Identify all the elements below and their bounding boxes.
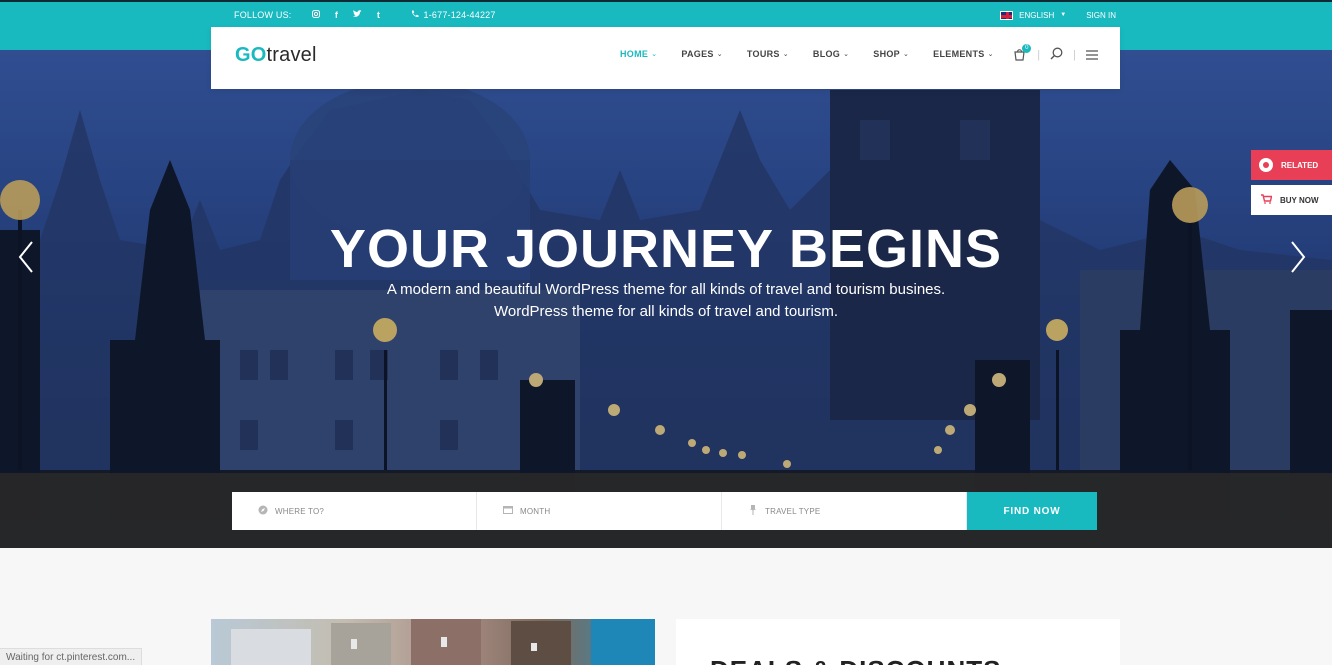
nav-item-home[interactable]: HOME ⌄ [620, 49, 657, 59]
find-now-button[interactable]: FIND NOW [967, 492, 1097, 530]
language-selector[interactable]: ENGLISH [1019, 11, 1054, 20]
header-icons: 0 | | [1013, 44, 1098, 63]
main-nav: HOME ⌄ PAGES ⌄ TOURS ⌄ BLOG ⌄ SHOP ⌄ ELEMENTS… [620, 49, 994, 59]
deals-photo [211, 619, 655, 665]
chevron-down-icon: ⌄ [651, 51, 658, 58]
twitter-icon[interactable] [353, 10, 363, 20]
phone-number: 1-677-124-44227 [423, 10, 496, 20]
nav-item-pages[interactable]: PAGES ⌄ [681, 49, 723, 59]
follow-us-label: FOLLOW US: [234, 10, 292, 20]
hamburger-menu-icon[interactable] [1086, 48, 1098, 63]
phone-icon [411, 10, 419, 20]
month-field[interactable]: MONTH [477, 492, 722, 530]
nav-item-label: PAGES [681, 49, 714, 59]
where-to-field[interactable]: WHERE TO? [232, 492, 477, 530]
deals-card: DEALS & DISCOUNTS [676, 619, 1120, 665]
pin-icon [748, 504, 758, 518]
logo-travel: travel [266, 44, 317, 66]
travel-type-field[interactable]: TRAVEL TYPE [722, 492, 967, 530]
search-icon[interactable] [1050, 47, 1063, 63]
uk-flag-icon [1000, 10, 1014, 20]
content-section [0, 548, 1332, 665]
nav-item-label: HOME [620, 49, 649, 59]
deals-title: DEALS & DISCOUNTS [710, 655, 1001, 665]
chevron-down-icon: ⌄ [987, 51, 994, 58]
nav-item-tours[interactable]: TOURS ⌄ [747, 49, 789, 59]
nav-item-elements[interactable]: ELEMENTS ⌄ [933, 49, 994, 59]
related-button[interactable]: RELATED [1251, 150, 1332, 180]
site-logo[interactable]: GOtravel [235, 44, 317, 67]
slider-prev-arrow-icon[interactable] [18, 240, 34, 283]
compass-icon [258, 505, 268, 518]
search-form: WHERE TO? MONTH TRAVEL TYPE FIND NOW [232, 492, 1097, 530]
cart-icon [1261, 193, 1273, 207]
tumblr-icon[interactable]: t [374, 10, 384, 20]
hero-title: YOUR JOURNEY BEGINS [329, 219, 1003, 279]
top-bar-right: ENGLISH ▼ SIGN IN [1000, 8, 1116, 22]
chevron-down-icon: ⌄ [843, 51, 850, 58]
facebook-icon[interactable]: f [332, 10, 342, 20]
nav-item-label: SHOP [873, 49, 900, 59]
main-header: GOtravel HOME ⌄ PAGES ⌄ TOURS ⌄ BLOG ⌄ SHOP ⌄… [211, 27, 1120, 89]
chevron-down-icon: ⌄ [782, 51, 789, 58]
cart-count-badge: 0 [1022, 44, 1032, 53]
nav-item-label: ELEMENTS [933, 49, 985, 59]
divider: | [1037, 49, 1041, 61]
chevron-down-icon: ⌄ [903, 51, 910, 58]
month-placeholder: MONTH [520, 506, 551, 516]
top-bar-left: FOLLOW US: f t 1-677-124-44227 [234, 8, 496, 22]
page: YOUR JOURNEY BEGINS A modern and beautif… [0, 0, 1332, 665]
divider: | [1073, 49, 1076, 61]
calendar-icon [503, 505, 513, 517]
nav-item-blog[interactable]: BLOG ⌄ [813, 49, 849, 59]
instagram-icon[interactable] [311, 10, 321, 20]
hero-subtitle-line-1: A modern and beautiful WordPress theme f… [386, 281, 946, 298]
sign-in-link[interactable]: SIGN IN [1086, 11, 1116, 20]
nav-item-label: BLOG [812, 49, 841, 59]
where-to-placeholder: WHERE TO? [275, 506, 325, 516]
buy-now-label: BUY NOW [1280, 195, 1319, 205]
hero-subtitle: A modern and beautiful WordPress theme f… [0, 279, 1332, 323]
related-label: RELATED [1281, 160, 1319, 170]
nav-item-shop[interactable]: SHOP ⌄ [873, 49, 909, 59]
street-photo-image [231, 619, 655, 665]
phone-contact[interactable]: 1-677-124-44227 [411, 10, 496, 20]
related-icon [1259, 158, 1273, 172]
chevron-down-icon: ▼ [1060, 12, 1067, 18]
hero-subtitle-line-2: WordPress theme for all kinds of travel … [493, 303, 839, 320]
chevron-down-icon: ⌄ [716, 51, 723, 58]
browser-status-bar: Waiting for ct.pinterest.com... [0, 648, 143, 665]
logo-go: GO [235, 44, 267, 66]
nav-item-label: TOURS [746, 49, 780, 59]
slider-next-arrow-icon[interactable] [1290, 240, 1306, 283]
cart-button[interactable]: 0 [1013, 44, 1032, 62]
buy-now-button[interactable]: BUY NOW [1251, 185, 1332, 215]
travel-type-placeholder: TRAVEL TYPE [765, 506, 821, 516]
